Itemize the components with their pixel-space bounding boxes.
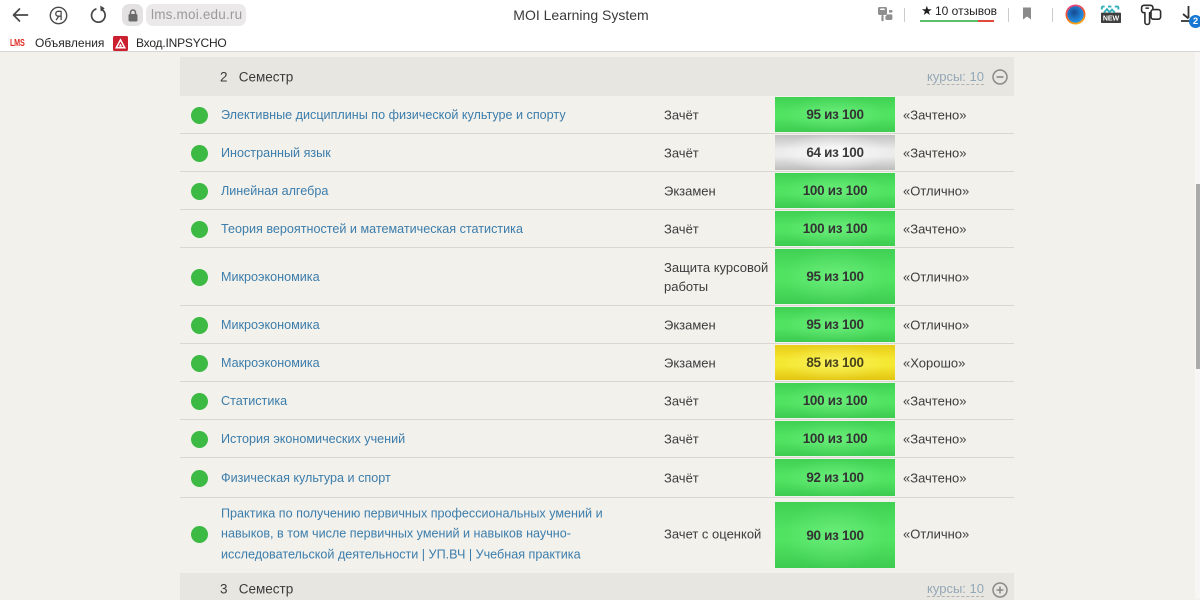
svg-text:NEW: NEW [1103, 15, 1120, 22]
